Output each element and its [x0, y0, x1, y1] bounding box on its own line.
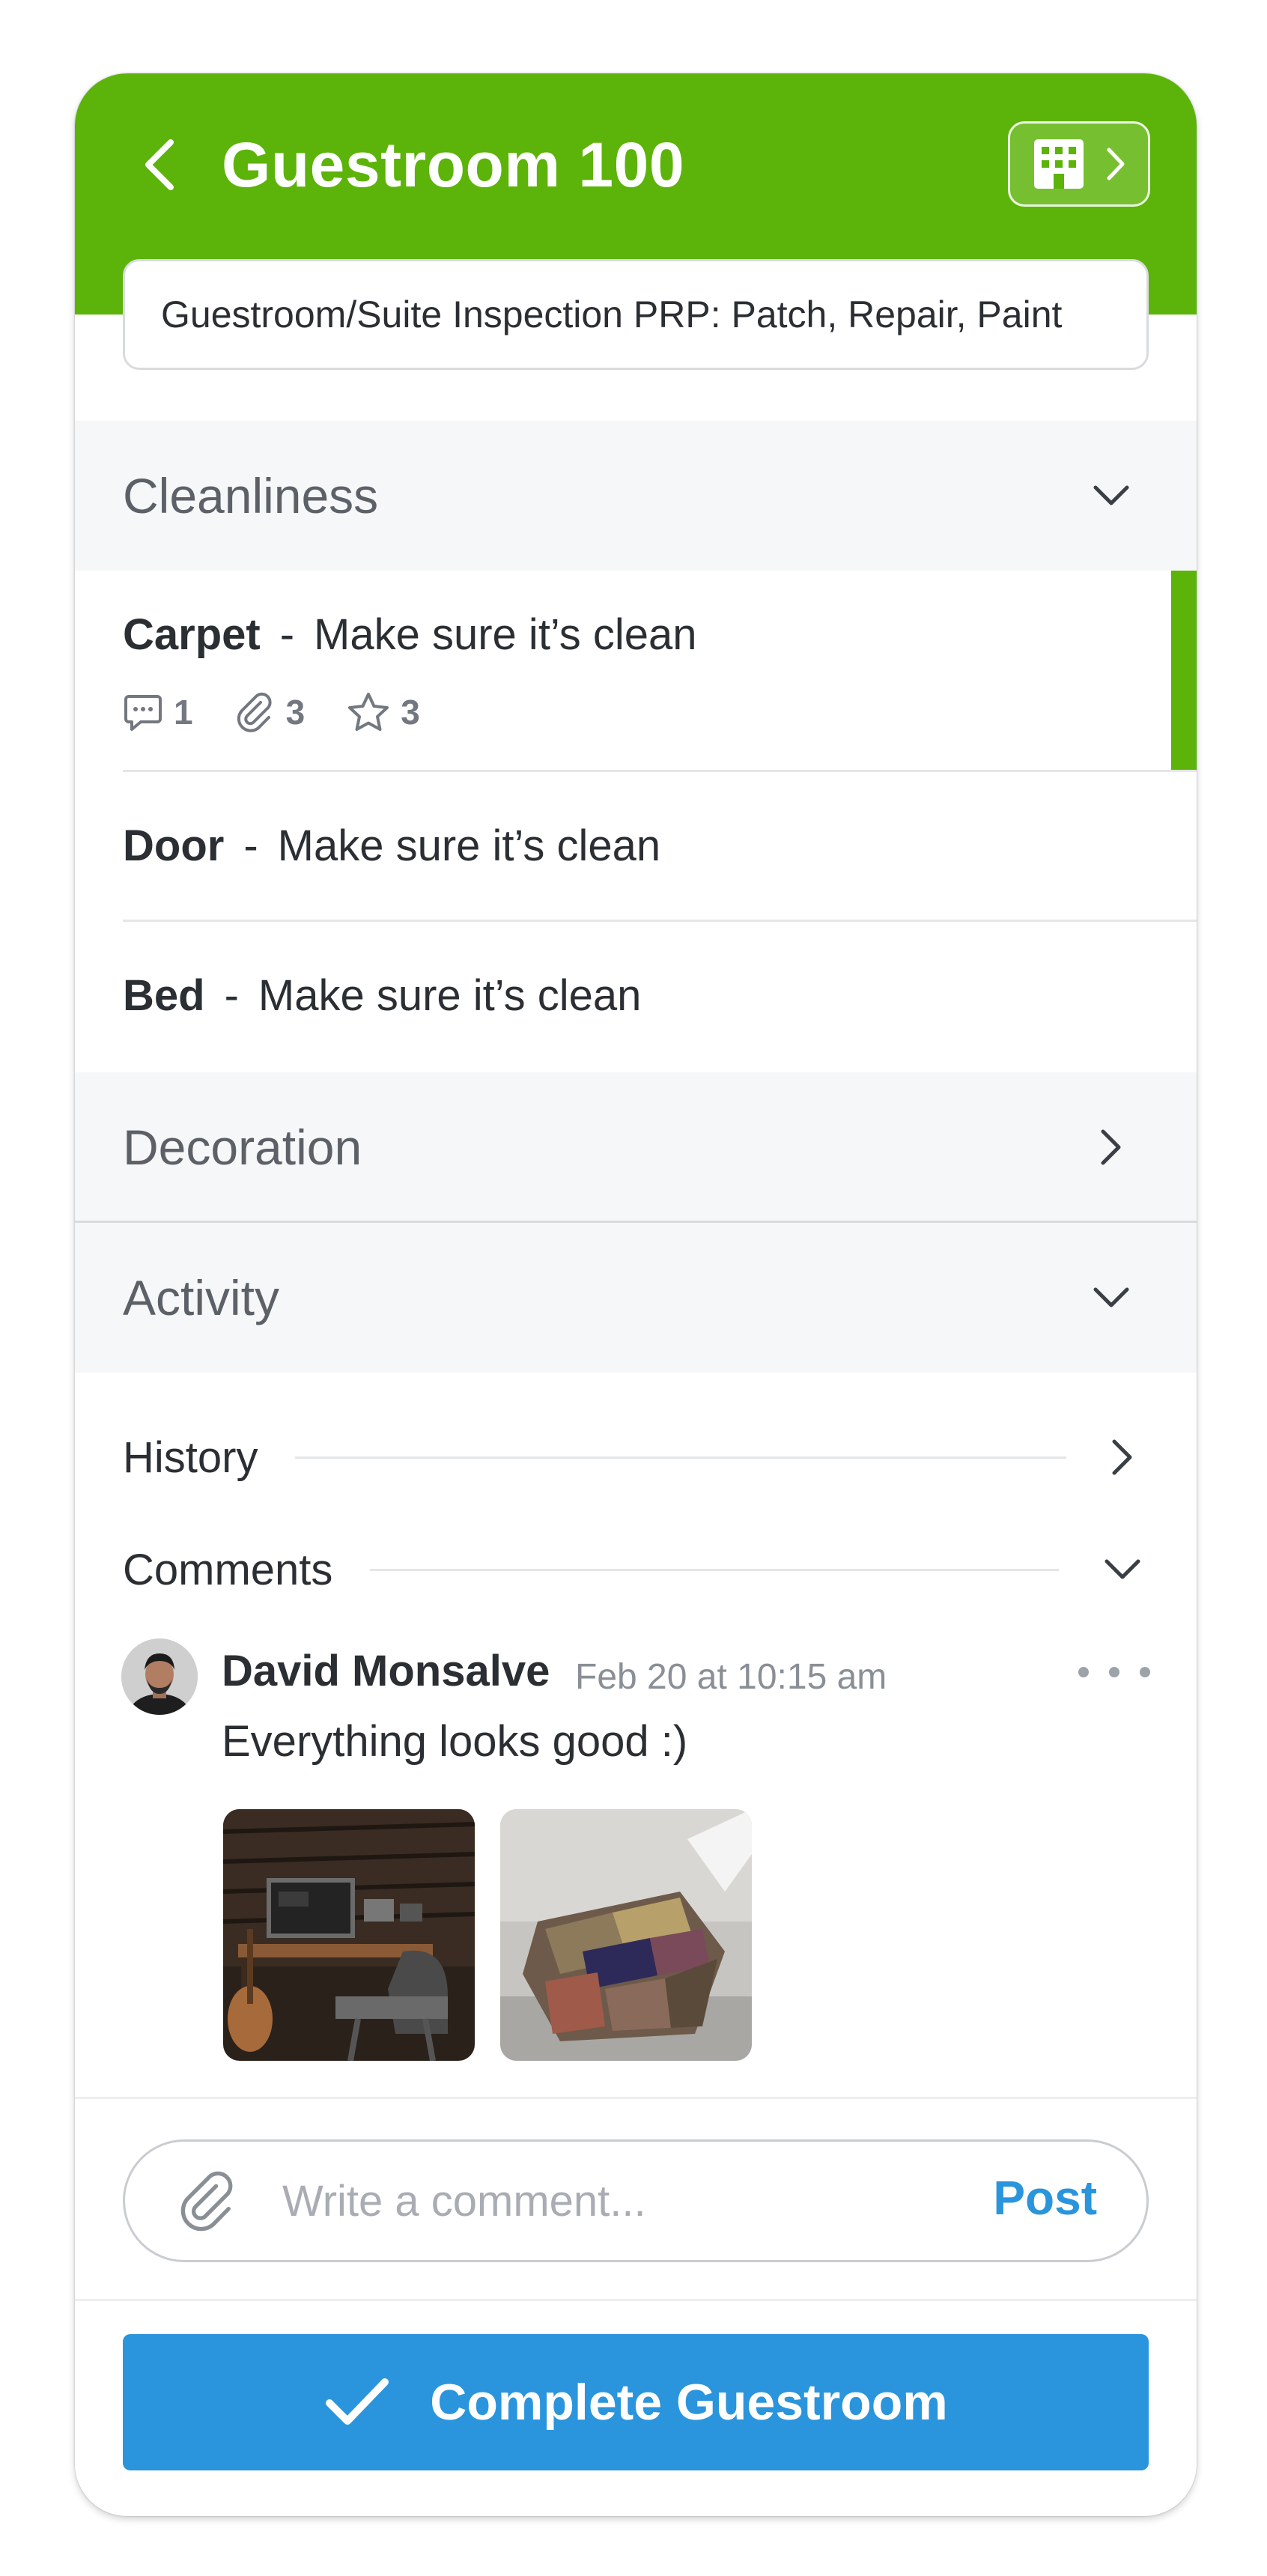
rating-count: 3: [347, 691, 420, 733]
building-icon: [1034, 139, 1084, 189]
back-button[interactable]: [135, 135, 183, 195]
comment-timestamp: Feb 20 at 10:15 am: [575, 1657, 887, 1697]
item-description: Make sure it’s clean: [258, 971, 642, 1020]
inspection-type-box: Guestroom/Suite Inspection PRP: Patch, R…: [123, 259, 1149, 370]
post-button[interactable]: Post: [993, 2170, 1097, 2226]
section-activity[interactable]: Activity: [75, 1223, 1197, 1373]
item-separator: -: [243, 821, 258, 870]
row-divider-line: [295, 1456, 1066, 1459]
dot: [1109, 1667, 1119, 1677]
building-selector-button[interactable]: [1008, 121, 1150, 207]
chevron-left-icon: [145, 139, 174, 190]
comment-count: 1: [123, 692, 193, 732]
paperclip-icon[interactable]: [177, 2170, 239, 2232]
more-options-button[interactable]: [1078, 1653, 1150, 1691]
checklist-item-carpet[interactable]: Carpet - Make sure it’s clean 1 3 3: [123, 610, 1197, 733]
section-cleanliness[interactable]: Cleanliness: [75, 421, 1197, 571]
chevron-right-icon: [1089, 1125, 1134, 1170]
complete-button-label: Complete Guestroom: [430, 2374, 948, 2431]
item-name: Bed: [123, 971, 205, 1020]
chevron-right-icon: [1107, 148, 1125, 180]
comment-composer-area: Post: [75, 2097, 1197, 2299]
history-row[interactable]: History: [123, 1420, 1149, 1495]
attachment-thumbnail-sofa[interactable]: [500, 1809, 752, 2061]
dot: [1078, 1667, 1089, 1677]
item-divider: [123, 770, 1197, 772]
guestroom-card: Guestroom 100 Guestroom/Suite Inspection…: [75, 73, 1197, 2516]
page-title: Guestroom 100: [222, 130, 685, 200]
item-name: Carpet: [123, 610, 261, 659]
footer-bar: Complete Guestroom: [75, 2299, 1197, 2516]
checklist-item-bed[interactable]: Bed - Make sure it’s clean: [123, 970, 1197, 1021]
comment-input[interactable]: [282, 2175, 956, 2226]
avatar[interactable]: [121, 1638, 198, 1715]
item-description: Make sure it’s clean: [277, 821, 661, 870]
section-decoration[interactable]: Decoration: [75, 1072, 1197, 1222]
section-title: Activity: [123, 1270, 280, 1325]
row-divider-line: [370, 1568, 1059, 1571]
chevron-down-icon: [1089, 473, 1134, 518]
item-separator: -: [279, 610, 295, 659]
dot: [1140, 1667, 1150, 1677]
paperclip-icon: [237, 692, 272, 732]
chevron-right-icon: [1112, 1439, 1132, 1475]
section-title: Decoration: [123, 1120, 362, 1175]
comment-author[interactable]: David Monsalve: [222, 1646, 550, 1696]
active-item-indicator: [1171, 571, 1197, 771]
comments-row[interactable]: Comments: [123, 1532, 1149, 1607]
attachment-count: 3: [235, 692, 305, 732]
comment-icon: [124, 695, 162, 731]
complete-guestroom-button[interactable]: Complete Guestroom: [123, 2334, 1149, 2470]
history-label: History: [123, 1433, 258, 1482]
comment-composer: Post: [123, 2139, 1149, 2262]
attachment-thumbnail-studio[interactable]: [223, 1809, 475, 2061]
checklist-item-door[interactable]: Door - Make sure it’s clean: [123, 821, 1197, 871]
comments-label: Comments: [123, 1545, 333, 1594]
item-divider: [123, 920, 1197, 922]
section-title: Cleanliness: [123, 468, 379, 523]
comment-text: Everything looks good :): [222, 1717, 688, 1766]
chevron-down-icon: [1105, 1559, 1140, 1579]
item-description: Make sure it’s clean: [314, 610, 697, 659]
item-separator: -: [224, 971, 239, 1020]
checkmark-icon: [326, 2378, 389, 2425]
star-icon: [348, 693, 389, 731]
item-name: Door: [123, 821, 225, 870]
chevron-down-icon: [1089, 1275, 1134, 1320]
